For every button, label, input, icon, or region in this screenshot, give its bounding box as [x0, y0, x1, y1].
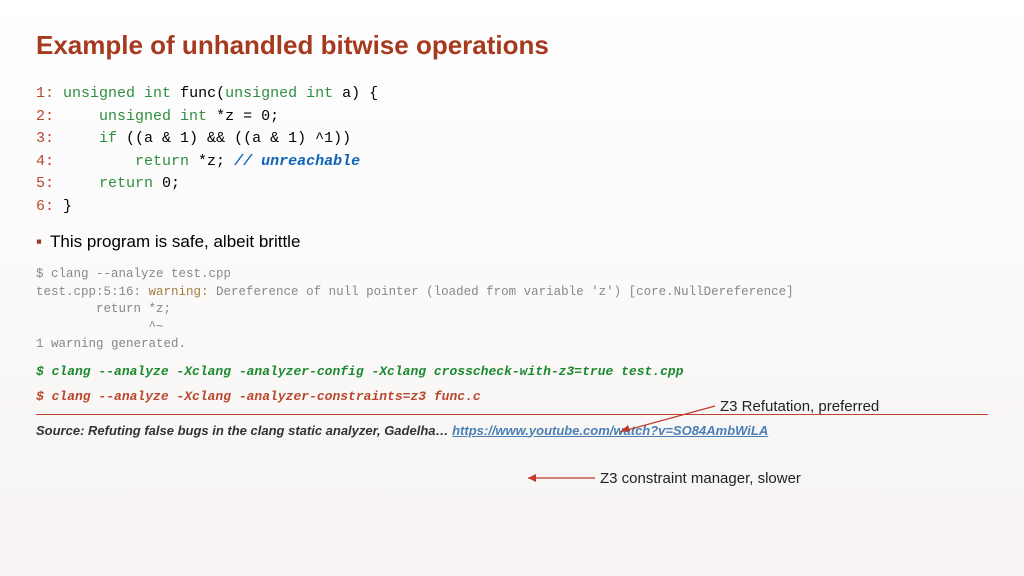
code-line-4: 4: return *z; // unreachable: [36, 151, 988, 174]
slide-title: Example of unhandled bitwise operations: [36, 30, 988, 61]
annotation-z3-constraint: Z3 constraint manager, slower: [600, 470, 801, 487]
bullet-1: ▪This program is safe, albeit brittle: [36, 232, 988, 252]
code-block: 1: unsigned int func(unsigned int a) { 2…: [36, 83, 988, 218]
annotation-z3-refutation: Z3 Refutation, preferred: [720, 398, 879, 415]
code-line-2: 2: unsigned int *z = 0;: [36, 106, 988, 129]
cmd-z3-refutation: $ clang --analyze -Xclang -analyzer-conf…: [36, 364, 988, 379]
arrow-to-cmd2: [520, 470, 600, 486]
bullet-icon: ▪: [36, 232, 42, 251]
code-line-5: 5: return 0;: [36, 173, 988, 196]
source-citation: Source: Refuting false bugs in the clang…: [36, 423, 988, 438]
source-link[interactable]: https://www.youtube.com/watch?v=SO84AmbW…: [452, 423, 768, 438]
terminal-output: $ clang --analyze test.cpp test.cpp:5:16…: [36, 266, 988, 354]
code-line-3: 3: if ((a & 1) && ((a & 1) ^1)): [36, 128, 988, 151]
code-line-6: 6: }: [36, 196, 988, 219]
code-line-1: 1: unsigned int func(unsigned int a) {: [36, 83, 988, 106]
